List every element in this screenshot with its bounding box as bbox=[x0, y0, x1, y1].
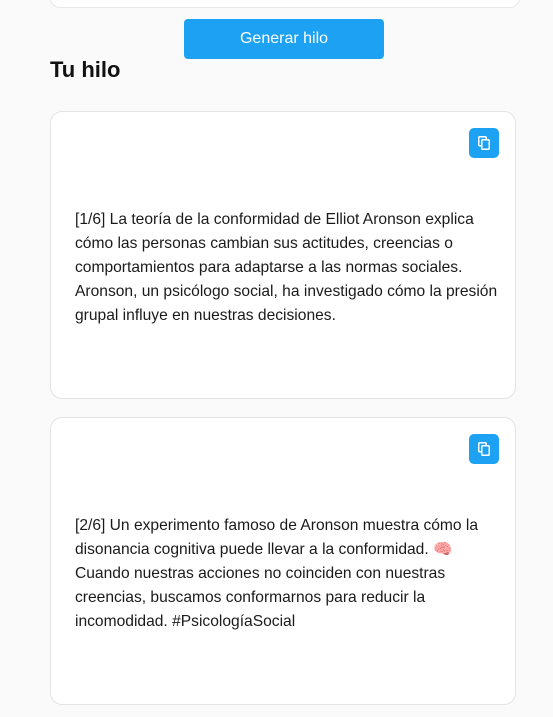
generate-thread-button[interactable]: Generar hilo bbox=[184, 19, 384, 59]
copy-button[interactable] bbox=[469, 434, 499, 464]
copy-icon bbox=[478, 442, 490, 456]
tweet-text: [2/6] Un experimento famoso de Aronson m… bbox=[75, 517, 479, 630]
copy-icon bbox=[478, 136, 490, 150]
page: Generar hilo Tu hilo [1/6] La teoría de … bbox=[0, 0, 553, 717]
tweet-card: [1/6] La teoría de la conformidad de Ell… bbox=[50, 111, 516, 399]
tweet-text: [1/6] La teoría de la conformidad de Ell… bbox=[75, 211, 498, 324]
thread-title: Tu hilo bbox=[50, 57, 121, 82]
tweet-card: [2/6] Un experimento famoso de Aronson m… bbox=[50, 417, 516, 705]
previous-card-edge bbox=[50, 0, 520, 8]
copy-button[interactable] bbox=[469, 128, 499, 158]
